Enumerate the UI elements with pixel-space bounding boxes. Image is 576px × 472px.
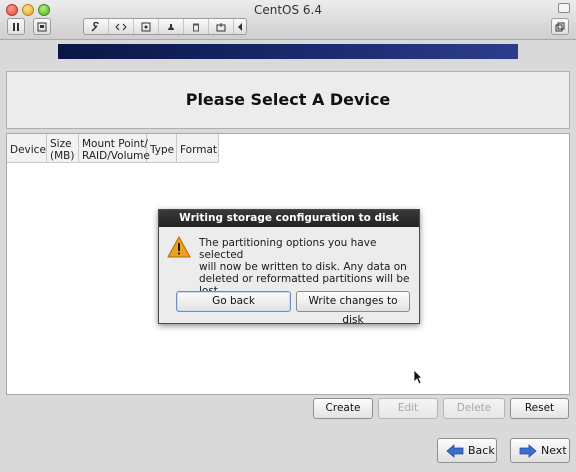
edit-button[interactable]: Edit — [378, 398, 438, 419]
column-sublabel: RAID/Volume — [82, 149, 150, 162]
next-label: Next — [541, 444, 567, 457]
back-label: Back — [468, 444, 495, 457]
snapshot-icon — [37, 22, 47, 32]
network-button[interactable] — [109, 19, 134, 34]
collapse-button[interactable] — [234, 19, 246, 34]
table-header: Device Size (MB) Mount Point/RAID/Volume … — [7, 134, 219, 163]
write-confirmation-dialog: Writing storage configuration to disk Th… — [158, 209, 420, 326]
trash-button[interactable] — [184, 19, 209, 34]
column-header-type[interactable]: Type — [147, 134, 177, 162]
column-header-format[interactable]: Format — [177, 134, 219, 162]
back-arrow-icon — [446, 443, 464, 458]
back-button[interactable]: Back — [437, 438, 497, 463]
column-header-size[interactable]: Size (MB) — [47, 134, 79, 162]
usb-button[interactable] — [159, 19, 184, 34]
message-line: will now be written to disk. Any data on — [199, 261, 407, 273]
window-titlebar: CentOS 6.4 — [0, 0, 576, 40]
windows-icon — [555, 22, 565, 32]
column-header-device[interactable]: Device — [7, 134, 47, 162]
network-icon — [115, 23, 127, 31]
column-header-mount-point[interactable]: Mount Point/RAID/Volume — [79, 134, 150, 162]
trash-icon — [193, 23, 199, 32]
message-line: The partitioning options you have select… — [199, 237, 377, 261]
window-title: CentOS 6.4 — [253, 3, 323, 17]
share-icon — [216, 23, 226, 32]
toolbar-toggle-button[interactable] — [558, 3, 570, 13]
column-label: Size — [50, 137, 72, 150]
dialog-message: The partitioning options you have select… — [199, 237, 417, 297]
pause-icon — [13, 23, 19, 31]
column-label: Type — [150, 143, 175, 156]
next-button[interactable]: Next — [510, 438, 570, 463]
column-label: Format — [180, 143, 218, 156]
mouse-cursor-icon — [413, 369, 423, 385]
disk-icon — [141, 22, 151, 32]
snapshot-button[interactable] — [33, 18, 51, 35]
go-back-button[interactable]: Go back — [176, 291, 291, 312]
page-header: Please Select A Device — [6, 71, 570, 129]
collapse-icon — [238, 23, 242, 31]
reset-button[interactable]: Reset — [510, 398, 569, 419]
next-arrow-icon — [519, 443, 537, 458]
usb-icon — [168, 24, 174, 30]
page-title: Please Select A Device — [185, 90, 391, 109]
wrench-icon — [91, 21, 99, 32]
installer-banner — [58, 44, 518, 59]
write-changes-button[interactable]: Write changes to disk — [296, 291, 410, 326]
column-label: Mount Point/ — [82, 137, 148, 150]
delete-button[interactable]: Delete — [443, 398, 505, 419]
create-button[interactable]: Create — [313, 398, 373, 419]
warning-icon — [167, 236, 191, 258]
dialog-title: Writing storage configuration to disk — [159, 210, 419, 227]
column-sublabel: (MB) — [50, 149, 75, 162]
share-button[interactable] — [209, 19, 234, 34]
fullscreen-button[interactable] — [551, 18, 569, 35]
device-toolbar — [83, 18, 247, 35]
settings-button[interactable] — [84, 19, 109, 34]
disk-button[interactable] — [134, 19, 159, 34]
pause-button[interactable] — [7, 18, 25, 35]
column-label: Device — [10, 143, 46, 156]
